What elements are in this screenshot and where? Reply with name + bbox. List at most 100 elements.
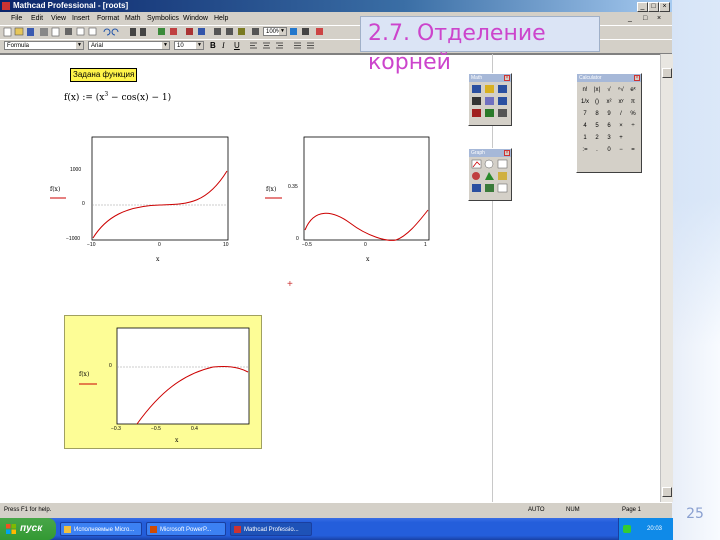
close-button[interactable]: ×: [659, 2, 670, 12]
slide-background-strip: [672, 0, 720, 540]
menu-window[interactable]: Window: [183, 13, 208, 24]
math-palette-icons: [472, 85, 507, 117]
calc-key-equals[interactable]: =: [628, 145, 638, 155]
plot-2-ytick-top: 0.35: [288, 184, 298, 190]
graph-palette-icons: [471, 159, 508, 193]
plot-1-ytick-bottom: −1000: [66, 236, 81, 242]
italic-button[interactable]: I: [222, 41, 225, 50]
powerpoint-icon: [150, 526, 157, 533]
calc-key-parens[interactable]: (): [592, 97, 602, 107]
formula-rest: − cos(x) − 1): [108, 93, 172, 103]
mathcad-icon: [234, 526, 241, 533]
menu-view[interactable]: View: [51, 13, 66, 24]
style-value: Formula: [7, 43, 30, 49]
style-select[interactable]: Formula ▼: [4, 41, 84, 50]
calc-key-5[interactable]: 5: [592, 121, 602, 131]
calc-key-slash[interactable]: /: [616, 109, 626, 119]
calc-key-7[interactable]: 7: [580, 109, 590, 119]
plot-2-xtick-right: 1: [424, 242, 427, 248]
menu-math[interactable]: Math: [125, 13, 141, 24]
folder-icon: [64, 526, 71, 533]
calc-key-square[interactable]: x²: [604, 97, 614, 107]
taskbar-item-explorer[interactable]: Исполняемые Micro...: [60, 522, 142, 536]
menu-edit[interactable]: Edit: [31, 13, 43, 24]
calc-key-6[interactable]: 6: [604, 121, 614, 131]
calc-key-reciprocal[interactable]: 1/x: [580, 97, 590, 107]
highlighted-region[interactable]: f(x) 0 −0.3 −0.5 0.4 x: [64, 315, 262, 449]
doc-close-button[interactable]: ×: [657, 13, 661, 24]
menu-file[interactable]: File: [11, 13, 22, 24]
plot-3-xtick-right: 0.4: [191, 426, 198, 432]
calc-key-percent[interactable]: %: [628, 109, 638, 119]
menu-help[interactable]: Help: [214, 13, 228, 24]
start-button[interactable]: пуск: [0, 518, 56, 540]
calc-key-9[interactable]: 9: [604, 109, 614, 119]
taskbar-item-mathcad[interactable]: Mathcad Professio...: [230, 522, 312, 536]
underline-button[interactable]: U: [234, 41, 240, 50]
calc-key-abs[interactable]: |x|: [592, 85, 602, 95]
calc-key-1[interactable]: 1: [580, 133, 590, 143]
calc-key-factorial[interactable]: n!: [580, 85, 590, 95]
status-bar: Press F1 for help. AUTO NUM Page 1: [0, 503, 672, 518]
calc-key-multiply[interactable]: ×: [616, 121, 626, 131]
bold-button[interactable]: B: [210, 41, 216, 50]
calc-key-nthroot[interactable]: ⁿ√: [616, 85, 626, 95]
math-palette[interactable]: Math ×: [468, 73, 512, 126]
taskbar-item-label: Исполняемые Micro...: [74, 527, 135, 533]
graph-palette[interactable]: Graph ×: [468, 148, 512, 201]
taskbar-item-label: Microsoft PowerP...: [160, 527, 212, 533]
calc-key-0[interactable]: 0: [604, 145, 614, 155]
calc-key-4[interactable]: 4: [580, 121, 590, 131]
plot-1-svg: [50, 136, 229, 241]
font-select[interactable]: Arial ▼: [88, 41, 170, 50]
plot-1-xtick-left: −10: [87, 242, 96, 248]
calc-key-sqrt[interactable]: √: [604, 85, 614, 95]
start-label: пуск: [20, 523, 43, 534]
plot-3-xtick-left: −0.3: [111, 426, 121, 432]
minimize-button[interactable]: _: [637, 2, 648, 12]
calc-key-8[interactable]: 8: [592, 109, 602, 119]
doc-minimize-button[interactable]: _: [628, 13, 632, 24]
doc-restore-button[interactable]: □: [643, 13, 647, 24]
scroll-down-button[interactable]: [662, 487, 672, 497]
plot-3-xlabel: x: [175, 437, 179, 444]
calculator-palette-title: Calculator: [577, 74, 641, 82]
math-palette-close-button[interactable]: ×: [504, 75, 510, 81]
calculator-palette[interactable]: Calculator × n! |x| √ ⁿ√ eˣ 1/x () x² xʸ…: [576, 73, 642, 173]
function-definition[interactable]: f(x) := (x3 − cos(x) − 1): [64, 91, 171, 103]
maximize-button[interactable]: □: [648, 2, 659, 12]
calc-key-plus[interactable]: +: [616, 133, 626, 143]
calc-key-assign[interactable]: :=: [580, 145, 590, 155]
menu-insert[interactable]: Insert: [72, 13, 90, 24]
calc-key-decimal[interactable]: .: [592, 145, 602, 155]
font-size-select[interactable]: 10 ▼: [174, 41, 204, 50]
plot-3-svg: [79, 327, 250, 425]
calc-key-minus[interactable]: −: [616, 145, 626, 155]
calc-key-pi[interactable]: π: [628, 97, 638, 107]
plot-1-ytick-mid: 0: [82, 201, 85, 207]
calc-key-power[interactable]: xʸ: [616, 97, 626, 107]
menu-format[interactable]: Format: [97, 13, 119, 24]
chevron-down-icon: ▼: [196, 42, 203, 49]
vertical-scrollbar[interactable]: [660, 54, 673, 502]
taskbar-item-powerpoint[interactable]: Microsoft PowerP...: [146, 522, 226, 536]
scroll-up-button[interactable]: [662, 68, 672, 78]
calc-key-3[interactable]: 3: [604, 133, 614, 143]
network-icon: [623, 525, 631, 533]
plot-1-ylabel: f(x): [50, 186, 61, 193]
calculator-palette-close-button[interactable]: ×: [634, 75, 640, 81]
graph-palette-close-button[interactable]: ×: [504, 150, 510, 156]
calc-key-exp[interactable]: eˣ: [628, 85, 638, 95]
plot-2-frame: [303, 136, 430, 241]
calc-key-divide[interactable]: ÷: [628, 121, 638, 131]
plot-3-ylabel: f(x): [79, 371, 90, 378]
plot-3-frame: [116, 327, 250, 425]
menu-symbolics[interactable]: Symbolics: [147, 13, 179, 24]
plot-3-xtick-mid: −0.5: [151, 426, 161, 432]
system-tray: 20:03: [618, 518, 673, 540]
plot-1[interactable]: f(x) 1000 0 −1000 −10 0 10 x: [46, 132, 236, 267]
calc-key-2[interactable]: 2: [592, 133, 602, 143]
plot-2[interactable]: f(x) 0.35 0 −0.5 0 1 x: [262, 132, 437, 267]
zoom-select[interactable]: 100% ▼: [263, 27, 287, 36]
windows-taskbar: пуск Исполняемые Micro... Microsoft Powe…: [0, 518, 673, 540]
